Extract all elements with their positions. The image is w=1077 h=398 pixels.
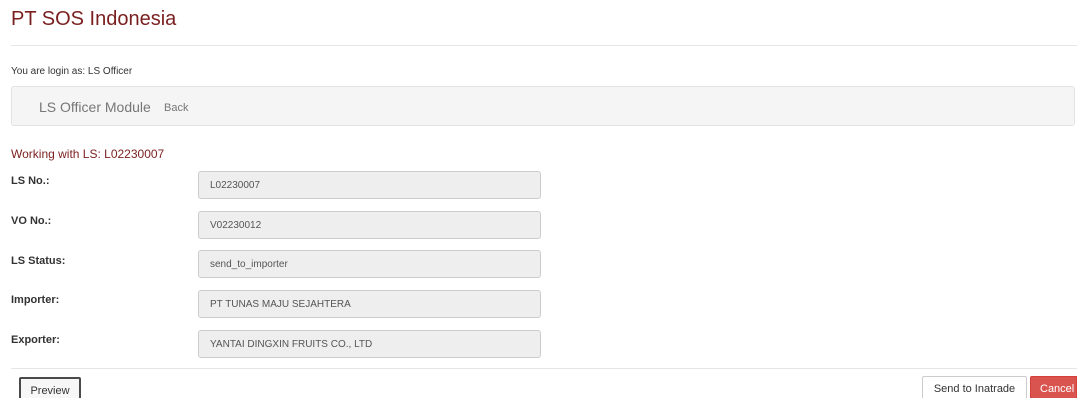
exporter-label: Exporter: (11, 334, 60, 346)
vo-no-field[interactable] (198, 211, 541, 239)
header-divider (11, 45, 1077, 46)
module-navbar: LS Officer Module Back (11, 86, 1075, 126)
importer-field[interactable] (198, 290, 541, 318)
importer-label: Importer: (11, 294, 60, 306)
preview-button[interactable]: Preview (19, 377, 81, 398)
ls-status-label: LS Status: (11, 255, 66, 267)
ls-no-field[interactable] (198, 171, 541, 199)
app-title: PT SOS Indonesia (11, 8, 177, 30)
footer-divider (11, 368, 1077, 369)
working-ls-heading: Working with LS: L02230007 (11, 147, 165, 161)
ls-status-field[interactable] (198, 250, 541, 278)
back-link[interactable]: Back (164, 101, 188, 115)
cancel-button[interactable]: Cancel (1030, 376, 1077, 398)
vo-no-label: VO No.: (11, 215, 52, 227)
exporter-field[interactable] (198, 330, 541, 358)
login-status: You are login as: LS Officer (11, 66, 133, 77)
module-name[interactable]: LS Officer Module (39, 99, 151, 115)
ls-no-label: LS No.: (11, 175, 50, 187)
page: PT SOS Indonesia You are login as: LS Of… (0, 0, 1077, 398)
send-to-inatrade-button[interactable]: Send to Inatrade (922, 376, 1027, 398)
